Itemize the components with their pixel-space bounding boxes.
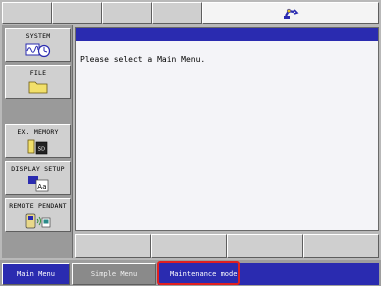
- menu-file-label: FILE: [29, 69, 47, 77]
- sd-card-icon: SD: [27, 139, 48, 155]
- menu-ex-memory-button[interactable]: EX. MEMORY SD: [5, 124, 71, 158]
- menu-remote-pendant-button[interactable]: REMOTE PENDANT: [5, 198, 71, 232]
- robot-arm-icon: [284, 8, 299, 19]
- menu-system-label: SYSTEM: [25, 32, 51, 40]
- maintenance-highlight: [157, 261, 240, 285]
- function-button-2[interactable]: [151, 234, 227, 258]
- simple-menu-button[interactable]: Simple Menu: [72, 263, 156, 285]
- main-menu-panel: SYSTEM FILE EX. MEMORY SD DISPLAY SETUP …: [2, 25, 73, 258]
- pendant-icon: [25, 213, 51, 229]
- top-tab-2[interactable]: [52, 2, 102, 24]
- main-message-text: Please select a Main Menu.: [80, 55, 206, 64]
- menu-ex-memory-label: EX. MEMORY: [17, 128, 59, 136]
- display-font-icon: Aa: [28, 176, 49, 192]
- top-tab-3[interactable]: [102, 2, 152, 24]
- main-menu-button[interactable]: Main Menu: [2, 263, 70, 285]
- main-title-bar: [76, 28, 378, 41]
- menu-display-setup-button[interactable]: DISPLAY SETUP Aa: [5, 161, 71, 195]
- top-tab-bar: [2, 2, 379, 24]
- system-waveform-clock-icon: [25, 43, 51, 58]
- function-button-4[interactable]: [303, 234, 379, 258]
- svg-text:SD: SD: [38, 147, 45, 153]
- menu-system-button[interactable]: SYSTEM: [5, 28, 71, 62]
- folder-icon: [28, 81, 48, 94]
- svg-text:Aa: Aa: [37, 183, 46, 191]
- menu-remote-pendant-label: REMOTE PENDANT: [9, 202, 67, 210]
- menu-file-button[interactable]: FILE: [5, 65, 71, 99]
- top-tab-4[interactable]: [152, 2, 202, 24]
- function-button-3[interactable]: [227, 234, 303, 258]
- function-button-1[interactable]: [75, 234, 151, 258]
- top-tab-1[interactable]: [2, 2, 52, 24]
- top-tab-robot[interactable]: [202, 2, 379, 24]
- menu-display-setup-label: DISPLAY SETUP: [11, 165, 65, 173]
- function-button-bar: [75, 234, 379, 258]
- main-content-area: Please select a Main Menu.: [75, 27, 379, 231]
